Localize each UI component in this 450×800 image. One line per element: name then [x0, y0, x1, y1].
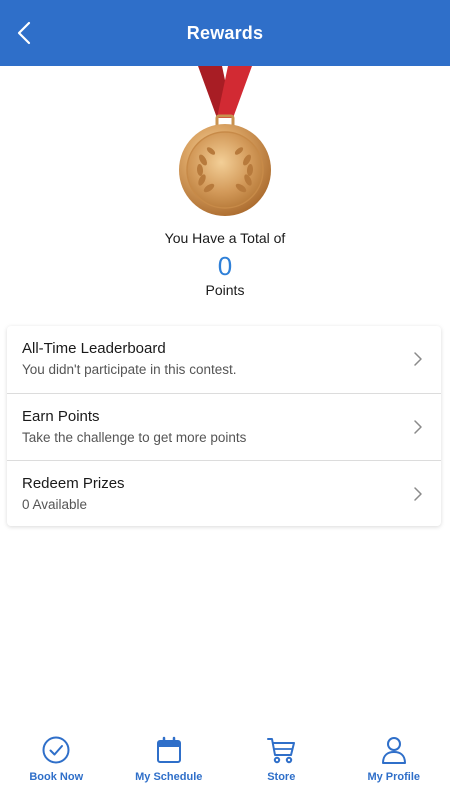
redeem-prizes-subtitle: 0 Available — [22, 497, 88, 512]
nav-my-schedule[interactable]: My Schedule — [113, 724, 226, 800]
earn-points-title: Earn Points — [22, 408, 100, 425]
leaderboard-title: All-Time Leaderboard — [22, 340, 166, 357]
back-button[interactable] — [8, 17, 40, 49]
chevron-right-icon — [414, 487, 422, 501]
nav-book-now-label: Book Now — [29, 771, 84, 783]
person-icon — [381, 737, 406, 764]
nav-book-now[interactable]: Book Now — [0, 724, 113, 800]
medal-icon — [179, 66, 271, 216]
leaderboard-row[interactable]: All-Time Leaderboard You didn't particip… — [7, 326, 441, 393]
medal-area — [0, 66, 450, 226]
earn-points-subtitle: Take the challenge to get more points — [22, 430, 247, 445]
check-circle-icon — [42, 736, 70, 764]
bottom-navigation: Book Now My Schedule Store My Profile — [0, 724, 450, 800]
nav-store[interactable]: Store — [225, 724, 338, 800]
chevron-right-icon — [414, 352, 422, 366]
rewards-menu-card: All-Time Leaderboard You didn't particip… — [7, 326, 441, 526]
redeem-prizes-row[interactable]: Redeem Prizes 0 Available — [7, 460, 441, 527]
chevron-right-icon — [414, 420, 422, 434]
nav-my-profile[interactable]: My Profile — [338, 724, 450, 800]
top-app-bar: Rewards — [0, 0, 450, 66]
cart-icon — [267, 738, 296, 764]
redeem-prizes-title: Redeem Prizes — [22, 475, 125, 492]
calendar-icon — [156, 736, 181, 763]
points-unit-label: Points — [205, 282, 245, 298]
points-total-label: You Have a Total of — [164, 230, 286, 246]
points-value: 0 — [217, 251, 233, 281]
chevron-left-icon — [17, 21, 31, 45]
leaderboard-subtitle: You didn't participate in this contest. — [22, 362, 237, 377]
nav-store-label: Store — [267, 771, 296, 783]
earn-points-row[interactable]: Earn Points Take the challenge to get mo… — [7, 393, 441, 460]
nav-my-schedule-label: My Schedule — [135, 771, 203, 783]
page-title: Rewards — [186, 22, 264, 43]
nav-my-profile-label: My Profile — [367, 771, 421, 783]
